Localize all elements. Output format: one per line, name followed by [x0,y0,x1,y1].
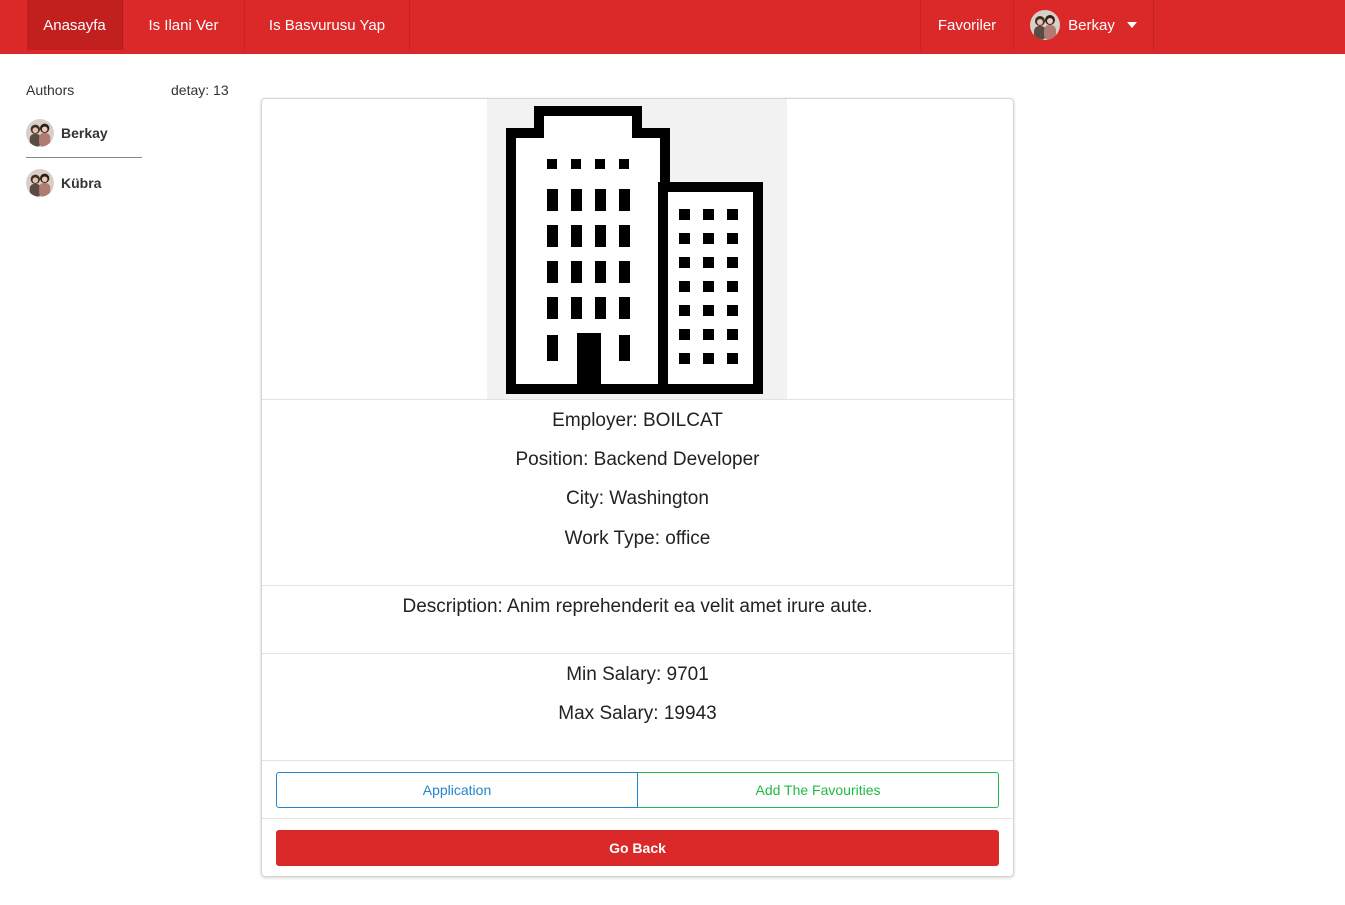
section-divider [262,399,1013,400]
nav-apply-job-label: Is Basvurusu Yap [268,16,386,34]
top-menu: Anasayfa Is Ilani Ver Is Basvurusu Yap F… [0,0,1345,54]
author-avatar [26,119,54,147]
user-avatar [1030,10,1061,40]
author-name: Berkay [61,125,108,141]
caret-down-icon [1126,22,1137,28]
max-salary-text: Max Salary: 19943 [558,703,717,724]
job-card: Employer: BOILCAT Position: Backend Deve… [261,98,1014,877]
nav-favourites-label: Favoriler [937,16,997,34]
nav-favourites[interactable]: Favoriler [920,0,1014,50]
description-text: Description: Anim reprehenderit ea velit… [402,596,873,617]
min-salary-text: Min Salary: 9701 [566,664,709,685]
city-text: City: Washington [566,488,709,509]
author-name: Kübra [61,175,102,191]
nav-home[interactable]: Anasayfa [27,0,123,50]
application-button[interactable]: Application [276,772,638,808]
user-name: Berkay [1068,16,1115,34]
section-divider [262,653,1013,654]
user-dropdown[interactable]: Berkay [1014,0,1154,50]
section-divider [262,760,1013,761]
nav-apply-job[interactable]: Is Basvurusu Yap [245,0,410,50]
go-back-button[interactable]: Go Back [276,830,999,866]
action-button-group: Application Add The Favourities [276,772,999,808]
section-divider [262,818,1013,819]
position-text: Position: Backend Developer [515,449,760,470]
detail-label: detay: 13 [171,82,229,98]
add-favourites-button[interactable]: Add The Favourities [638,772,999,808]
authors-title: Authors [26,82,75,98]
author-item-berkay[interactable]: Berkay [26,118,142,148]
section-divider [262,585,1013,586]
author-item-kubra[interactable]: Kübra [26,168,142,198]
nav-post-job[interactable]: Is Ilani Ver [123,0,245,50]
author-avatar [26,169,54,197]
author-divider [26,157,142,158]
nav-home-label: Anasayfa [43,16,106,34]
job-image [487,99,787,399]
building-icon [506,106,763,394]
work-type-text: Work Type: office [564,528,711,549]
nav-post-job-label: Is Ilani Ver [148,16,219,34]
employer-text: Employer: BOILCAT [552,410,723,431]
